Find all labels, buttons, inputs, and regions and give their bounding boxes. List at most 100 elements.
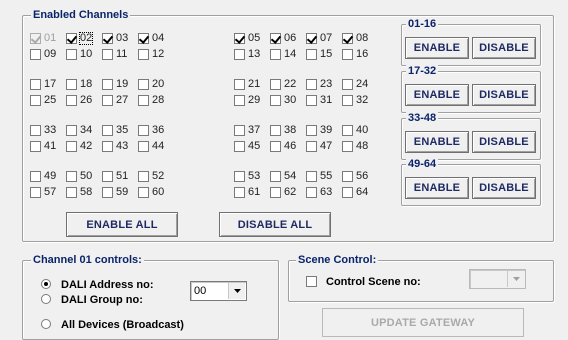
channel-49-checkbox[interactable] <box>30 171 41 182</box>
channel-15-label: 15 <box>320 48 333 60</box>
channel-17-label: 17 <box>44 78 57 90</box>
channel-60-checkbox[interactable] <box>138 187 149 198</box>
range-group-title: 17-32 <box>406 65 439 78</box>
channel-52-checkbox[interactable] <box>138 171 149 182</box>
channel-34-checkbox[interactable] <box>66 125 77 136</box>
channel-05-checkbox[interactable] <box>234 33 245 44</box>
scene-select[interactable] <box>469 269 526 289</box>
channel-03-checkbox[interactable] <box>102 33 113 44</box>
channel-21-checkbox[interactable] <box>234 79 245 90</box>
chevron-down-icon[interactable] <box>507 271 524 287</box>
channel-39-checkbox[interactable] <box>306 125 317 136</box>
channel-37-checkbox[interactable] <box>234 125 245 136</box>
channel-33-checkbox[interactable] <box>30 125 41 136</box>
channel-28-label: 28 <box>152 94 165 106</box>
channel-12-checkbox[interactable] <box>138 49 149 60</box>
channel-16-checkbox[interactable] <box>342 49 353 60</box>
channel-56-checkbox[interactable] <box>342 171 353 182</box>
channel-23-checkbox[interactable] <box>306 79 317 90</box>
channel-57-checkbox[interactable] <box>30 187 41 198</box>
channel-20-label: 20 <box>152 78 165 90</box>
channel-31-checkbox[interactable] <box>306 95 317 106</box>
channel-26-checkbox[interactable] <box>66 95 77 106</box>
channel-22-checkbox[interactable] <box>270 79 281 90</box>
range-disable-button[interactable]: DISABLE <box>472 37 536 59</box>
channel-02-checkbox[interactable] <box>66 33 77 44</box>
channel-25-checkbox[interactable] <box>30 95 41 106</box>
channel-07-checkbox[interactable] <box>306 33 317 44</box>
disable-all-button[interactable]: DISABLE ALL <box>219 212 331 237</box>
dali-group-label: DALI Group no: <box>61 294 143 306</box>
channel-32-checkbox[interactable] <box>342 95 353 106</box>
channel-08-checkbox[interactable] <box>342 33 353 44</box>
dali-group-radio[interactable] <box>41 294 51 304</box>
dali-address-radio[interactable] <box>41 279 51 289</box>
channel-36-checkbox[interactable] <box>138 125 149 136</box>
channel-43-checkbox[interactable] <box>102 141 113 152</box>
channel-27-checkbox[interactable] <box>102 95 113 106</box>
channel-11-checkbox[interactable] <box>102 49 113 60</box>
channel-29-checkbox[interactable] <box>234 95 245 106</box>
channel-24-checkbox[interactable] <box>342 79 353 90</box>
channel-43-label: 43 <box>116 140 129 152</box>
range-enable-button[interactable]: ENABLE <box>405 84 469 106</box>
channel-58-checkbox[interactable] <box>66 187 77 198</box>
channel-50-checkbox[interactable] <box>66 171 77 182</box>
range-disable-button[interactable]: DISABLE <box>472 84 536 106</box>
all-devices-radio[interactable] <box>41 319 51 329</box>
channel-64-checkbox[interactable] <box>342 187 353 198</box>
range-enable-button[interactable]: ENABLE <box>405 131 469 153</box>
channel-18-checkbox[interactable] <box>66 79 77 90</box>
channel-42-checkbox[interactable] <box>66 141 77 152</box>
channel-26-label: 26 <box>80 94 93 106</box>
channel-27-label: 27 <box>116 94 129 106</box>
address-select[interactable]: 00 <box>190 281 247 301</box>
channel-63-checkbox[interactable] <box>306 187 317 198</box>
channel-04-checkbox[interactable] <box>138 33 149 44</box>
channel-44-checkbox[interactable] <box>138 141 149 152</box>
channel-61-checkbox[interactable] <box>234 187 245 198</box>
range-group-title: 01-16 <box>406 18 439 31</box>
channel-46-checkbox[interactable] <box>270 141 281 152</box>
channel-54-checkbox[interactable] <box>270 171 281 182</box>
channel-62-checkbox[interactable] <box>270 187 281 198</box>
channel-45-checkbox[interactable] <box>234 141 245 152</box>
channel-64-label: 64 <box>356 186 369 198</box>
channel-53-checkbox[interactable] <box>234 171 245 182</box>
channel-06-checkbox[interactable] <box>270 33 281 44</box>
channel-47-checkbox[interactable] <box>306 141 317 152</box>
channel-35-checkbox[interactable] <box>102 125 113 136</box>
channel-10-checkbox[interactable] <box>66 49 77 60</box>
channel-13-checkbox[interactable] <box>234 49 245 60</box>
channel-28-checkbox[interactable] <box>138 95 149 106</box>
range-enable-button[interactable]: ENABLE <box>405 37 469 59</box>
channel-15-checkbox[interactable] <box>306 49 317 60</box>
channel-09-checkbox[interactable] <box>30 49 41 60</box>
channel-01-checkbox <box>30 33 41 44</box>
range-disable-button[interactable]: DISABLE <box>472 131 536 153</box>
channel-14-checkbox[interactable] <box>270 49 281 60</box>
range-enable-button[interactable]: ENABLE <box>405 177 469 199</box>
channel-41-checkbox[interactable] <box>30 141 41 152</box>
channel-59-checkbox[interactable] <box>102 187 113 198</box>
channel-19-checkbox[interactable] <box>102 79 113 90</box>
range-group-title: 49-64 <box>406 158 439 171</box>
channel-08-label: 08 <box>356 32 369 44</box>
channel-48-checkbox[interactable] <box>342 141 353 152</box>
chevron-down-icon[interactable] <box>228 283 245 299</box>
channel-17-checkbox[interactable] <box>30 79 41 90</box>
channel-38-label: 38 <box>284 124 297 136</box>
channel-30-checkbox[interactable] <box>270 95 281 106</box>
channel-40-checkbox[interactable] <box>342 125 353 136</box>
channel-51-checkbox[interactable] <box>102 171 113 182</box>
channel-30-label: 30 <box>284 94 297 106</box>
channel-55-label: 55 <box>320 170 333 182</box>
channel-55-checkbox[interactable] <box>306 171 317 182</box>
range-disable-button[interactable]: DISABLE <box>472 177 536 199</box>
enable-all-button[interactable]: ENABLE ALL <box>66 212 178 237</box>
control-scene-checkbox[interactable] <box>306 276 317 287</box>
update-gateway-button[interactable]: UPDATE GATEWAY <box>322 308 524 337</box>
channel-38-checkbox[interactable] <box>270 125 281 136</box>
channel-20-checkbox[interactable] <box>138 79 149 90</box>
channel-46-label: 46 <box>284 140 297 152</box>
